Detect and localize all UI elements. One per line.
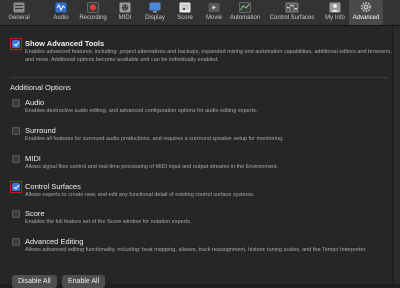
score-icon [178, 1, 192, 13]
option-title: Advanced Editing [25, 237, 84, 246]
audio-checkbox[interactable] [12, 99, 20, 107]
option-description: Enables destructive audio editing, and a… [25, 108, 258, 114]
vertical-scrollbar[interactable] [392, 26, 400, 284]
advanced-editing-checkbox[interactable] [12, 238, 20, 246]
highlight-box [10, 181, 22, 193]
option-description: Allows signal flow control and real-time… [25, 164, 279, 170]
additional-options-heading: Additional Options [10, 83, 71, 92]
preferences-toolbar: General Audio Recording MIDI Display Sco… [0, 0, 400, 26]
section-divider [10, 77, 388, 78]
recording-icon [86, 1, 100, 13]
control-surfaces-icon [285, 1, 299, 13]
disable-all-button[interactable]: Disable All [12, 275, 57, 288]
movie-icon [207, 1, 221, 13]
toolbar-audio[interactable]: Audio [48, 0, 74, 25]
automation-icon [238, 1, 252, 13]
option-title: Show Advanced Tools [25, 39, 105, 48]
option-title: MIDI [25, 154, 41, 163]
option-title: Control Surfaces [25, 182, 81, 191]
toolbar-score[interactable]: Score [174, 0, 196, 25]
advanced-icon [359, 1, 373, 13]
toolbar-recording[interactable]: Recording [78, 0, 108, 25]
highlight-box [10, 38, 22, 50]
toolbar-automation[interactable]: Automation [228, 0, 262, 25]
advanced-preferences-pane: Show Advanced Tools Enables advanced fea… [0, 26, 393, 284]
score-checkbox[interactable] [12, 210, 20, 218]
general-icon [12, 1, 26, 13]
enable-all-button[interactable]: Enable All [62, 275, 106, 288]
toolbar-midi[interactable]: MIDI [114, 0, 136, 25]
option-title: Surround [25, 126, 56, 135]
audio-icon [54, 1, 68, 13]
midi-checkbox[interactable] [12, 155, 20, 163]
toolbar-general[interactable]: General [2, 0, 36, 25]
toolbar-display[interactable]: Display [142, 0, 168, 25]
surround-checkbox[interactable] [12, 127, 20, 135]
display-icon [148, 1, 162, 13]
midi-icon [118, 1, 132, 13]
option-description: Enables advanced features, including: pr… [25, 49, 392, 63]
toolbar-movie[interactable]: Movie [203, 0, 225, 25]
option-title: Score [25, 209, 45, 218]
option-description: Allows experts to create new, and edit a… [25, 192, 255, 198]
option-title: Audio [25, 98, 45, 107]
preferences-window: General Audio Recording MIDI Display Sco… [0, 0, 400, 288]
option-description: Allows advanced editing functionality, i… [25, 247, 367, 253]
toolbar-control-surfaces[interactable]: Control Surfaces [266, 0, 318, 25]
toolbar-advanced[interactable]: Advanced [349, 0, 383, 25]
option-description: Enables the full feature set of the Scor… [25, 219, 192, 225]
my-info-icon [328, 1, 342, 13]
option-description: Enables all features for surround audio … [25, 136, 284, 142]
toolbar-my-info[interactable]: My Info [322, 0, 348, 25]
